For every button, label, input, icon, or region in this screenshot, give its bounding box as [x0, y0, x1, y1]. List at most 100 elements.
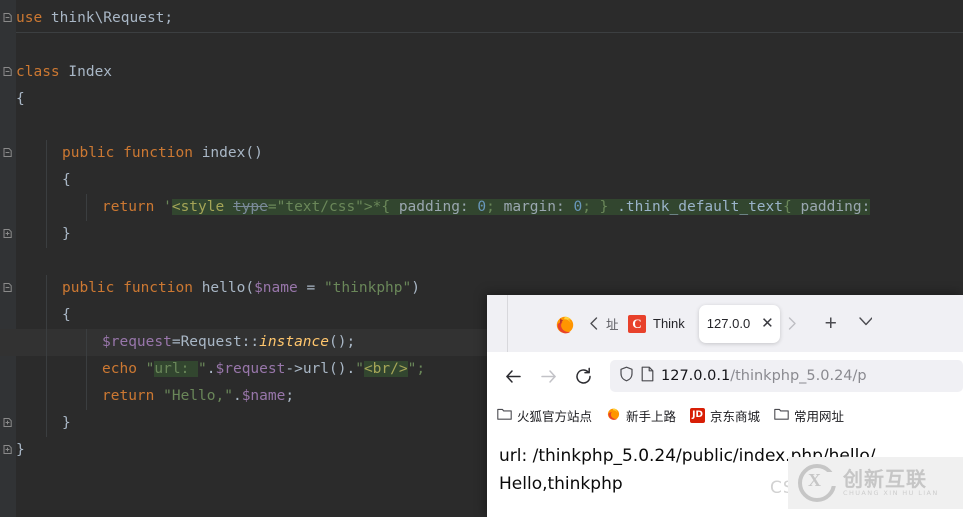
browser-tab-bar[interactable]: 址 C Think 127.0.0 ✕ +	[487, 295, 963, 352]
tab-clipped-label[interactable]: 址	[606, 314, 620, 333]
code-line[interactable]	[0, 113, 963, 140]
code-token: $request	[102, 334, 172, 350]
fold-collapse-icon[interactable]	[2, 147, 14, 159]
code-token: .	[232, 388, 242, 404]
indent-guide	[46, 356, 47, 383]
indent-guide	[86, 329, 87, 356]
code-token: {	[783, 199, 801, 215]
cx-letter: X	[808, 470, 821, 490]
chevron-down-icon[interactable]	[858, 314, 873, 333]
cx-ring-icon: X	[798, 464, 836, 502]
tab-title: 127.0.0	[706, 316, 751, 331]
code-token: 0	[477, 199, 487, 215]
code-token: {	[62, 307, 71, 323]
code-line-text: return "Hello,".$name;	[102, 388, 294, 404]
code-token: padding:	[398, 199, 478, 215]
logo-chinese-text: 创新互联	[843, 467, 927, 492]
chuangxin-hulian-logo: X 创新互联 CHUANG XIN HU LIAN	[788, 457, 963, 509]
tab-title: Think	[653, 316, 685, 331]
code-token: .	[206, 361, 216, 377]
indent-guide	[46, 329, 47, 356]
code-line[interactable]: {	[0, 86, 963, 113]
fold-collapse-icon[interactable]	[2, 66, 14, 78]
bookmarks-bar[interactable]: 火狐官方站点 新手上路 JD 京东商城 常用网址	[487, 400, 963, 430]
back-button[interactable]	[497, 360, 529, 392]
code-token: }	[62, 226, 71, 242]
browser-tab-active-localhost[interactable]: 127.0.0 ✕	[698, 304, 780, 343]
browser-tab-thinkphp[interactable]: C Think	[620, 305, 693, 343]
tab-scroll-right-icon[interactable]	[780, 316, 804, 331]
code-line[interactable]: return '<style type="text/css">*{ paddin…	[0, 194, 963, 221]
bookmark-label: 新手上路	[626, 408, 677, 424]
code-token: {	[62, 172, 71, 188]
reload-button[interactable]	[567, 360, 599, 392]
csdn-c-icon: C	[628, 314, 646, 333]
bookmark-label: 火狐官方站点	[517, 408, 593, 424]
bookmark-common-sites[interactable]: 常用网址	[774, 406, 844, 425]
code-token: }	[62, 415, 71, 431]
code-token: "	[198, 361, 207, 377]
code-token: "Hello,"	[163, 388, 233, 404]
code-line-text: use think\Request;	[16, 10, 173, 26]
code-token: }	[16, 442, 25, 458]
code-token: <br/>	[363, 361, 408, 377]
bookmark-jd-mall[interactable]: JD 京东商城	[690, 406, 760, 425]
shield-icon[interactable]	[619, 366, 634, 387]
indent-guide	[46, 167, 47, 194]
logo-pinyin-text: CHUANG XIN HU LIAN	[843, 489, 939, 498]
close-icon[interactable]: ✕	[761, 316, 774, 331]
code-token: ;	[285, 388, 295, 404]
code-line[interactable]	[0, 32, 963, 59]
code-token: ->url().	[285, 361, 356, 377]
code-line[interactable]: public function index()	[0, 140, 963, 167]
code-line[interactable]: use think\Request;	[0, 5, 963, 32]
folder-icon	[497, 407, 512, 423]
indent-guide	[86, 194, 87, 221]
code-token: ;	[486, 199, 504, 215]
browser-navigation-bar[interactable]: 127.0.0.1/thinkphp_5.0.24/p	[487, 352, 963, 400]
code-line[interactable]	[0, 248, 963, 275]
code-token: "	[355, 361, 364, 377]
code-token: =	[297, 280, 324, 296]
code-token: )	[411, 280, 420, 296]
firefox-browser-window[interactable]: 址 C Think 127.0.0 ✕ + 127.0.0.1/thinkphp…	[487, 295, 963, 517]
bookmark-firefox-official[interactable]: 火狐官方站点	[497, 406, 592, 425]
code-token: use	[16, 10, 51, 26]
indent-guide	[46, 410, 47, 437]
fold-expand-icon[interactable]	[2, 417, 14, 429]
url-bar[interactable]: 127.0.0.1/thinkphp_5.0.24/p	[610, 360, 963, 392]
forward-button[interactable]	[532, 360, 564, 392]
code-line[interactable]: {	[0, 167, 963, 194]
fold-collapse-icon[interactable]	[2, 12, 14, 24]
indent-guide	[46, 221, 47, 248]
tab-scroll-left-icon[interactable]	[582, 316, 606, 331]
indent-guide	[86, 356, 87, 383]
code-token: }	[599, 199, 618, 215]
code-line[interactable]: class Index	[0, 59, 963, 86]
code-token: class	[16, 64, 69, 80]
jd-icon: JD	[690, 407, 706, 423]
code-token: =Request::	[171, 334, 260, 350]
code-line-text: {	[16, 91, 25, 107]
bookmark-newbie-guide[interactable]: 新手上路	[606, 406, 676, 425]
code-token: $name	[241, 388, 286, 404]
code-token: url:	[154, 361, 199, 377]
code-token: public function	[62, 145, 202, 161]
page-info-icon[interactable]	[641, 366, 654, 387]
code-token: $request	[215, 361, 286, 377]
fold-expand-icon[interactable]	[2, 228, 14, 240]
code-token: margin:	[503, 199, 574, 215]
indent-guide	[46, 302, 47, 329]
code-line-text: $request=Request::instance();	[102, 334, 355, 350]
code-token: Index	[68, 64, 113, 80]
fold-collapse-icon[interactable]	[2, 282, 14, 294]
code-line-text: public function hello($name = "thinkphp"…	[62, 280, 420, 296]
code-token: ="text/css">*{	[267, 199, 399, 215]
bookmark-label: 京东商城	[710, 408, 761, 424]
new-tab-button[interactable]: +	[818, 313, 844, 334]
code-line[interactable]: }	[0, 221, 963, 248]
fold-expand-icon[interactable]	[2, 444, 14, 456]
url-text[interactable]: 127.0.0.1/thinkphp_5.0.24/p	[661, 368, 867, 384]
firefox-logo-icon	[548, 313, 582, 335]
code-line-text: }	[62, 226, 71, 242]
